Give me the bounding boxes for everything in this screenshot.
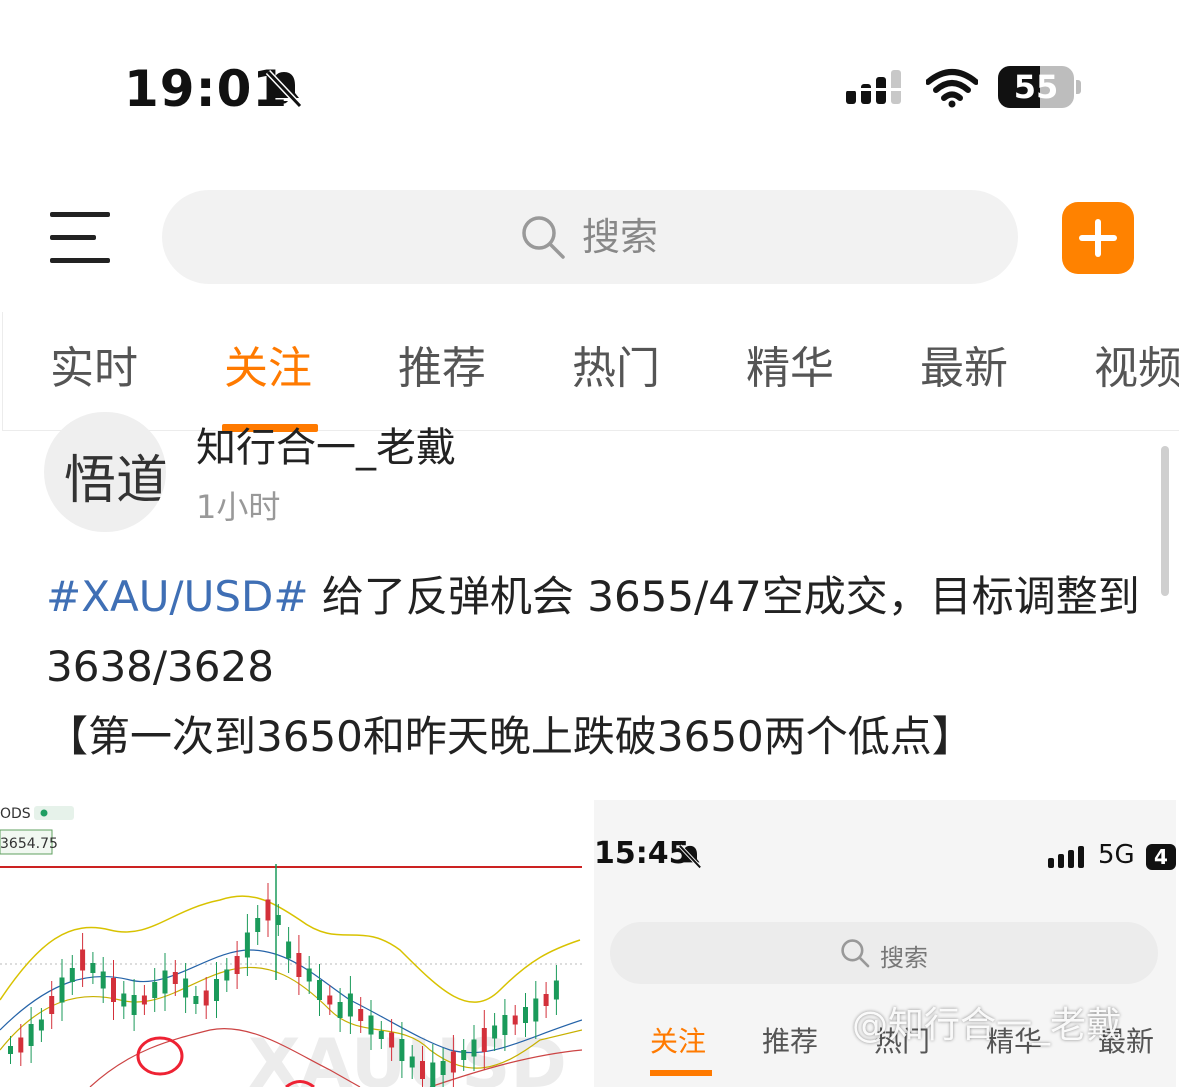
screenshot-mute-bell-icon [678, 844, 702, 869]
chart-watermark: XAUUSD [248, 1025, 567, 1087]
candle-body [203, 990, 209, 1006]
candle-body [481, 1028, 487, 1052]
tab-recommended[interactable]: 推荐 [398, 340, 486, 398]
candle-body [317, 980, 322, 1000]
mute-bell-icon [265, 69, 303, 109]
author-name[interactable]: 知行合一_老戴 [196, 420, 456, 476]
candle-body [378, 1031, 384, 1039]
candle-body [162, 970, 168, 994]
candle-body [502, 1015, 508, 1035]
candle-body [141, 995, 147, 1005]
candle-body [461, 1050, 467, 1060]
screenshot-battery: 4 [1146, 844, 1176, 870]
author-avatar[interactable]: 悟道 [44, 412, 166, 532]
candle-body [420, 1061, 425, 1079]
candle-body [172, 972, 178, 984]
candlestick-chart: ODS 3654.75 XAUUSD [0, 800, 582, 1087]
candle-body [389, 1032, 395, 1048]
candle-body [224, 969, 230, 981]
candle-body [90, 963, 96, 973]
tab-latest[interactable]: 最新 [920, 340, 1008, 398]
price-label: 3654.75 [0, 836, 58, 852]
search-icon [522, 216, 565, 259]
image-watermark: @知行合一_老戴 [852, 1005, 1123, 1046]
candle-body [368, 1015, 374, 1035]
post-body: #XAU/USD# 给了反弹机会 3655/47空成交，目标调整到3638/36… [46, 562, 1156, 772]
candle-body [430, 1062, 436, 1087]
post-image-chart[interactable]: ODS 3654.75 XAUUSD [0, 800, 582, 1087]
candle-body [286, 941, 292, 959]
candle-body [193, 996, 199, 1004]
candle-body [214, 979, 219, 1001]
candle-body [234, 956, 240, 974]
candle-body [358, 1009, 364, 1021]
cellular-signal-icon [846, 70, 901, 104]
candle-body [152, 982, 158, 998]
screenshot-search-placeholder: 搜索 [880, 944, 928, 972]
candle-body [111, 978, 116, 1002]
candle-body [523, 1007, 528, 1023]
candle-body [306, 968, 312, 982]
tab-featured[interactable]: 精华 [746, 340, 834, 398]
svg-text:悟道: 悟道 [64, 451, 166, 511]
candle-body [492, 1025, 498, 1039]
candle-body [440, 1061, 446, 1075]
wifi-icon [926, 69, 978, 108]
candle-body [265, 899, 271, 921]
candle-body [327, 995, 333, 1005]
candle-body [399, 1039, 405, 1061]
avatar-calligraphy-image: 悟道 [64, 451, 166, 511]
chart-top-label: ODS [0, 806, 31, 822]
hashtag-link[interactable]: #XAU/USD# [46, 572, 309, 621]
candle-body [244, 932, 250, 958]
post-timestamp: 1小时 [196, 488, 281, 526]
candle-body [296, 953, 302, 977]
screenshot-active-tab-indicator [650, 1070, 712, 1076]
search-placeholder[interactable]: 搜索 [582, 212, 658, 262]
candle-body [553, 980, 559, 1000]
battery-indicator: 55 [998, 66, 1082, 110]
screenshot-tab: 关注 [650, 1025, 707, 1058]
post-text-line2: 【第一次到3650和昨天晚上跌破3650两个低点】 [46, 712, 974, 761]
candle-body [49, 996, 55, 1014]
candle-body [131, 995, 137, 1015]
candle-body [347, 993, 353, 1017]
tab-following[interactable]: 关注 [224, 340, 312, 398]
candle-body [28, 1024, 34, 1046]
add-post-button[interactable] [1062, 202, 1134, 274]
candle-body [59, 977, 65, 1003]
screenshot-tab: 推荐 [762, 1025, 819, 1058]
tab-video[interactable]: 视频 [1094, 340, 1179, 398]
candle-body [450, 1051, 456, 1073]
screenshot-search-icon [841, 939, 870, 968]
menu-icon[interactable] [50, 210, 112, 266]
candle-body [512, 1015, 518, 1025]
candle-body [69, 968, 75, 982]
candle-body [183, 978, 189, 998]
candle-body [255, 918, 261, 932]
candle-body [337, 1002, 343, 1018]
candle-body [8, 1046, 13, 1054]
candle-body [533, 998, 539, 1022]
tab-hot[interactable]: 热门 [572, 340, 660, 398]
battery-percent: 55 [1013, 68, 1059, 106]
candle-body [121, 993, 127, 1007]
tab-realtime[interactable]: 实时 [50, 340, 138, 398]
screenshot-signal-icon [1048, 846, 1084, 868]
candle-body [38, 1019, 44, 1031]
candle-body [18, 1037, 24, 1053]
scrollbar[interactable] [1161, 446, 1169, 596]
candle-body [80, 949, 86, 971]
screenshot-network: 5G [1098, 840, 1135, 870]
candle-body [471, 1039, 477, 1057]
candle-body [409, 1056, 415, 1068]
candle-body [100, 971, 106, 989]
candle-body [543, 994, 549, 1006]
